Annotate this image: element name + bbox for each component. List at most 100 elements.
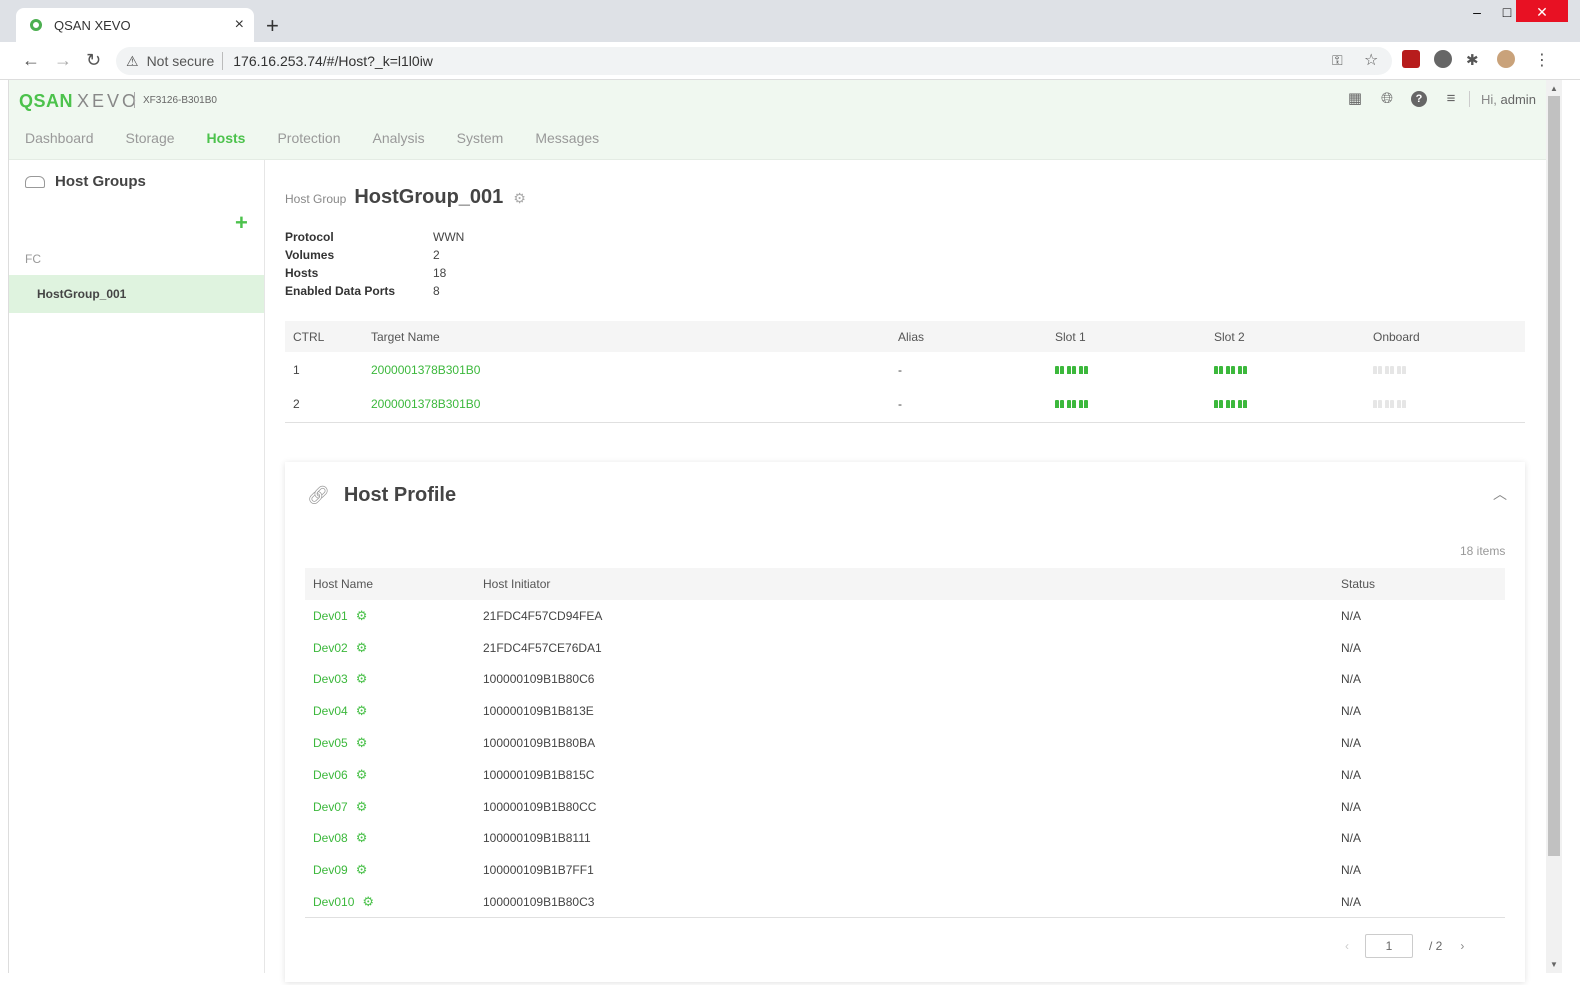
- collapse-chevron-icon[interactable]: ︿: [1493, 484, 1507, 504]
- address-bar[interactable]: ⚠ Not secure 176.16.253.74/#/Host?_k=l1l…: [116, 47, 1392, 75]
- host-name-link[interactable]: Dev06: [313, 768, 348, 782]
- status-cell: N/A: [1341, 863, 1362, 878]
- column-header: Slot 2: [1206, 321, 1365, 352]
- property-row: Protocol WWN: [285, 230, 464, 248]
- nav-analysis[interactable]: Analysis: [373, 130, 425, 146]
- nav-dashboard[interactable]: Dashboard: [25, 130, 94, 146]
- ctrl-cell: 1: [293, 362, 300, 377]
- table-header-row: Host Name Host Initiator Status: [305, 568, 1505, 600]
- gear-icon[interactable]: ⚙: [513, 190, 526, 207]
- gear-icon[interactable]: ⚙: [356, 640, 368, 655]
- profile-avatar[interactable]: [1497, 50, 1515, 68]
- gear-icon[interactable]: ⚙: [356, 735, 368, 750]
- next-page-button[interactable]: ›: [1460, 939, 1464, 953]
- slot2-ports: [1206, 352, 1365, 387]
- host-name-link[interactable]: Dev010: [313, 895, 354, 909]
- host-name-link[interactable]: Dev08: [313, 831, 348, 845]
- table-row: Dev06 ⚙ 100000109B1B815C N/A: [305, 759, 1505, 791]
- qsan-app: QSAN XEVO XF3126-B301B0 Dashboard Storage…: [8, 80, 1555, 982]
- port-icon: [1067, 365, 1076, 374]
- main-nav: Dashboard Storage Hosts Protection Analy…: [25, 130, 631, 146]
- globe-icon[interactable]: 🌐︎: [1379, 91, 1395, 107]
- page-scrollbar[interactable]: ▲ ▼: [1546, 80, 1562, 973]
- gear-icon[interactable]: ⚙: [356, 862, 368, 877]
- nav-system[interactable]: System: [457, 130, 504, 146]
- close-tab-icon[interactable]: ×: [235, 16, 244, 34]
- scroll-thumb[interactable]: [1548, 96, 1560, 856]
- help-icon[interactable]: ?: [1411, 91, 1427, 107]
- host-initiator-cell: 100000109B1B815C: [483, 767, 595, 782]
- bookmark-star-icon[interactable]: ☆: [1364, 50, 1378, 70]
- new-tab-button[interactable]: +: [266, 13, 279, 39]
- table-row: Dev08 ⚙ 100000109B1B8111 N/A: [305, 823, 1505, 855]
- browser-toolbar: ← → ↻ ⚠ Not secure 176.16.253.74/#/Host?…: [0, 42, 1580, 80]
- nav-messages[interactable]: Messages: [535, 130, 599, 146]
- property-key: Volumes: [285, 248, 335, 262]
- scroll-down-arrow-icon[interactable]: ▼: [1550, 960, 1558, 969]
- extension-circle-icon[interactable]: [1434, 50, 1452, 68]
- browser-tab[interactable]: QSAN XEVO ×: [16, 8, 254, 42]
- gear-icon[interactable]: ⚙: [356, 671, 368, 686]
- port-icon: [1397, 400, 1406, 409]
- status-cell: N/A: [1341, 640, 1362, 655]
- host-name-link[interactable]: Dev01: [313, 609, 348, 623]
- column-header: Host Name: [305, 568, 475, 600]
- gear-icon[interactable]: ⚙: [356, 703, 368, 718]
- target-name-link[interactable]: 2000001378B301B0: [371, 397, 480, 411]
- target-name-link[interactable]: 2000001378B301B0: [371, 363, 480, 377]
- window-minimize-button[interactable]: –: [1462, 0, 1492, 24]
- host-name-link[interactable]: Dev04: [313, 704, 348, 718]
- host-name-link[interactable]: Dev03: [313, 672, 348, 686]
- table-row: Dev07 ⚙ 100000109B1B80CC N/A: [305, 791, 1505, 823]
- sidebar-item-hostgroup-001[interactable]: HostGroup_001: [9, 275, 264, 313]
- logo: QSAN XEVO: [19, 91, 139, 112]
- warning-icon: ⚠: [126, 52, 139, 69]
- window-close-button[interactable]: ✕: [1516, 0, 1568, 22]
- host-name-link[interactable]: Dev07: [313, 800, 348, 814]
- key-icon[interactable]: ⚿: [1332, 52, 1343, 69]
- user-greeting[interactable]: Hi, admin: [1481, 92, 1536, 107]
- security-label: Not secure: [146, 53, 215, 69]
- gear-icon[interactable]: ⚙: [356, 830, 368, 845]
- nav-storage[interactable]: Storage: [126, 130, 175, 146]
- host-name-link[interactable]: Dev09: [313, 863, 348, 877]
- sidebar-section-fc: FC: [25, 252, 41, 266]
- status-cell: N/A: [1341, 672, 1362, 687]
- host-profile-card: 🔗︎ Host Profile ︿ 18 items Host Name Hos…: [285, 462, 1525, 982]
- nav-protection[interactable]: Protection: [277, 130, 340, 146]
- port-icon: [1238, 365, 1247, 374]
- nav-hosts[interactable]: Hosts: [207, 130, 246, 146]
- table-row: Dev09 ⚙ 100000109B1B7FF1 N/A: [305, 854, 1505, 886]
- page-total: / 2: [1429, 939, 1443, 953]
- gear-icon[interactable]: ⚙: [356, 799, 368, 814]
- gear-icon[interactable]: ⚙: [356, 767, 368, 782]
- property-value: 8: [433, 284, 440, 298]
- browser-menu-icon[interactable]: ⋮: [1534, 50, 1550, 70]
- extensions-puzzle-icon[interactable]: ✱: [1466, 51, 1479, 69]
- status-cell: N/A: [1341, 704, 1362, 719]
- ctrl-cell: 2: [285, 387, 363, 423]
- filter-menu-icon[interactable]: ≡: [1443, 91, 1459, 107]
- greeting-prefix: Hi,: [1481, 92, 1497, 107]
- back-arrow-icon[interactable]: ←: [22, 50, 40, 71]
- sidebar-title-text: Host Groups: [55, 173, 146, 190]
- url-text[interactable]: 176.16.253.74/#/Host?_k=l1l0iw: [233, 53, 433, 69]
- gear-icon[interactable]: ⚙: [356, 608, 368, 623]
- forward-arrow-icon[interactable]: →: [54, 50, 72, 71]
- prev-page-button[interactable]: ‹: [1345, 939, 1349, 953]
- host-initiator-cell: 100000109B1B80C6: [483, 672, 595, 687]
- slot1-ports: [1047, 387, 1206, 423]
- port-icon: [1226, 400, 1235, 409]
- pdf-extension-icon[interactable]: [1402, 50, 1420, 68]
- gear-icon[interactable]: ⚙: [362, 894, 374, 909]
- add-host-group-button[interactable]: +: [235, 210, 248, 236]
- grid-apps-icon[interactable]: ▦: [1347, 91, 1363, 107]
- host-profile-table: Host Name Host Initiator Status Dev01 ⚙ 21…: [305, 568, 1505, 919]
- scroll-up-arrow-icon[interactable]: ▲: [1550, 84, 1558, 93]
- host-initiator-cell: 100000109B1B80C3: [475, 886, 1333, 919]
- host-name-link[interactable]: Dev05: [313, 736, 348, 750]
- port-icon: [1397, 365, 1406, 374]
- host-name-link[interactable]: Dev02: [313, 641, 348, 655]
- reload-icon[interactable]: ↻: [86, 50, 101, 71]
- page-number-input[interactable]: 1: [1365, 934, 1413, 958]
